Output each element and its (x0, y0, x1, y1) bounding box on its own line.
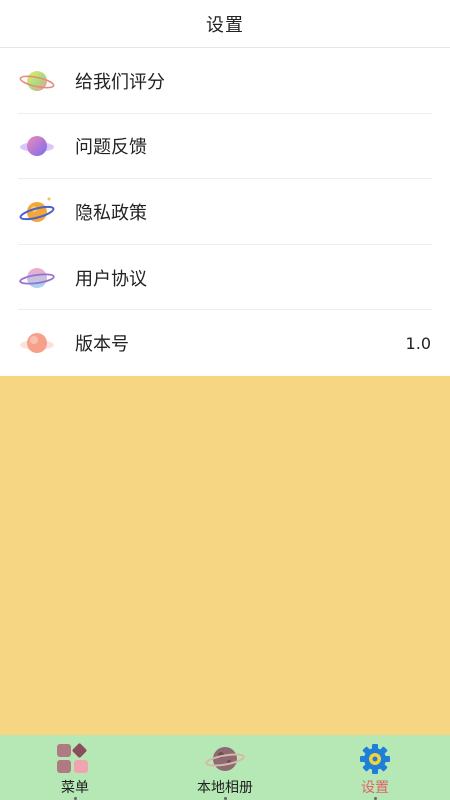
tab-settings[interactable]: 设置 (300, 735, 450, 800)
tab-local-album[interactable]: 本地相册 (150, 735, 300, 800)
page-title: 设置 (206, 14, 244, 36)
planet-peach-icon (18, 324, 56, 362)
user-agreement-label: 用户协议 (75, 268, 147, 290)
version-label: 版本号 (75, 334, 129, 356)
bottom-tab-bar: 菜单 本地相册 设置 (0, 735, 450, 800)
settings-list: 给我们评分 问题反馈 隐私政策 用户协议 版本号 1.0 (0, 48, 450, 376)
tab-menu-label: 菜单 (61, 780, 89, 796)
grid-menu-icon (55, 743, 95, 775)
feedback-item[interactable]: 问题反馈 (0, 114, 450, 180)
planet-orange-icon (18, 193, 56, 231)
privacy-policy-item[interactable]: 隐私政策 (0, 179, 450, 245)
planet-rainbow-icon (18, 62, 56, 100)
user-agreement-item[interactable]: 用户协议 (0, 245, 450, 311)
rate-us-label: 给我们评分 (75, 71, 165, 93)
planet-pink-icon (18, 259, 56, 297)
feedback-label: 问题反馈 (75, 137, 147, 159)
tab-settings-label: 设置 (361, 780, 389, 796)
version-item: 版本号 1.0 (0, 310, 450, 376)
top-bar: 设置 (0, 0, 450, 48)
rate-us-item[interactable]: 给我们评分 (0, 48, 450, 114)
privacy-policy-label: 隐私政策 (75, 202, 147, 224)
planet-album-icon (205, 743, 245, 775)
tab-menu[interactable]: 菜单 (0, 735, 150, 800)
planet-purple-icon (18, 127, 56, 165)
tab-local-album-label: 本地相册 (197, 780, 253, 796)
version-value: 1.0 (405, 333, 431, 353)
gear-icon (355, 743, 395, 775)
